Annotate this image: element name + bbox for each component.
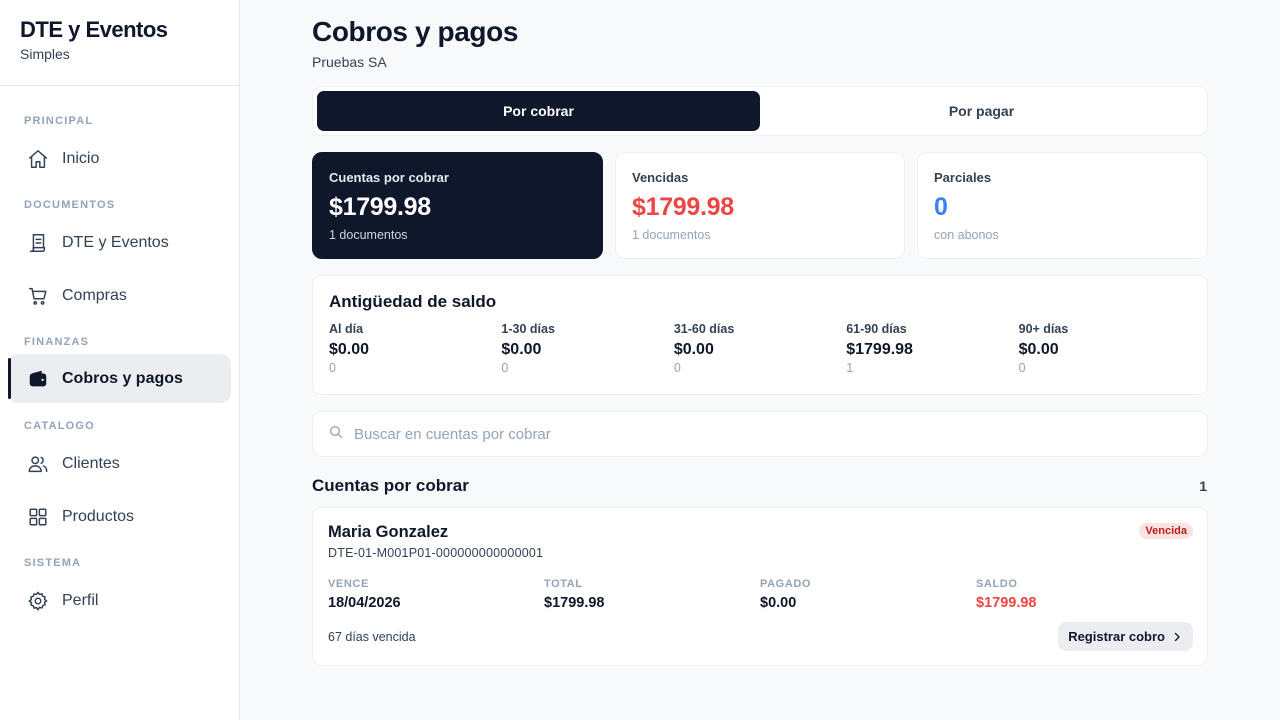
field-total: TOTAL $1799.98 xyxy=(544,578,760,611)
field-label: PAGADO xyxy=(760,578,812,590)
stat-card-cuentas-por-cobrar: Cuentas por cobrar $1799.98 1 documentos xyxy=(312,152,603,259)
aging-bucket-amount: $0.00 xyxy=(1018,341,1059,358)
field-label: SALDO xyxy=(976,578,1018,590)
field-value: $0.00 xyxy=(760,595,797,611)
aging-title: Antigüedad de saldo xyxy=(329,292,497,311)
grid-icon xyxy=(26,505,50,529)
document-icon xyxy=(26,231,50,255)
aging-bucket-label: 1-30 días xyxy=(501,322,555,336)
home-icon xyxy=(26,147,50,171)
aging-bucket-amount: $0.00 xyxy=(501,341,542,358)
field-value: $1799.98 xyxy=(976,595,1037,611)
tab-por-cobrar[interactable]: Por cobrar xyxy=(317,91,760,131)
aging-bucket-count: 0 xyxy=(501,361,509,375)
client-name: Maria Gonzalez xyxy=(328,523,449,541)
sidebar-item-label: Compras xyxy=(62,286,127,304)
stat-value: 0 xyxy=(934,193,948,221)
sidebar-item-clientes[interactable]: Clientes xyxy=(8,439,231,488)
aging-bucket-label: 31-60 días xyxy=(673,322,735,336)
aging-bucket-amount: $0.00 xyxy=(673,341,714,358)
page-title: Cobros y pagos xyxy=(312,16,518,47)
status-badge: Vencida xyxy=(1139,523,1193,539)
field-label: VENCE xyxy=(328,578,369,590)
stat-note: 1 documentos xyxy=(632,228,711,242)
gear-icon xyxy=(26,589,50,613)
section-label-principal: PRINCIPAL xyxy=(24,115,94,127)
brand: DTE y Eventos Simples xyxy=(0,0,239,86)
list-count: 1 xyxy=(1199,478,1207,494)
stat-label: Vencidas xyxy=(632,170,689,185)
stat-value: $1799.98 xyxy=(632,193,734,221)
sidebar-item-productos[interactable]: Productos xyxy=(8,492,231,541)
brand-title: DTE y Eventos xyxy=(20,17,168,42)
sidebar-item-dte[interactable]: DTE y Eventos xyxy=(8,218,231,267)
aging-bucket-label: Al día xyxy=(329,322,364,336)
section-label-sistema: SISTEMA xyxy=(24,557,82,569)
aging-bucket: Al día $0.00 0 xyxy=(329,322,501,375)
field-pagado: PAGADO $0.00 xyxy=(760,578,976,611)
aging-bucket-amount: $0.00 xyxy=(329,341,370,358)
aging-bucket: 31-60 días $0.00 0 xyxy=(674,322,846,375)
sidebar-item-compras[interactable]: Compras xyxy=(8,271,231,320)
aging-bucket-count: 0 xyxy=(673,361,681,375)
field-saldo: SALDO $1799.98 xyxy=(976,578,1192,611)
section-label-finanzas: FINANZAS xyxy=(24,336,90,348)
aging-bucket: 61-90 días $1799.98 1 xyxy=(846,322,1018,375)
section-label-catalogo: CATALOGO xyxy=(24,420,95,432)
aging-bucket-label: 90+ días xyxy=(1018,322,1069,336)
sidebar-item-perfil[interactable]: Perfil xyxy=(8,576,231,625)
registrar-cobro-button[interactable]: Registrar cobro xyxy=(1058,622,1193,651)
users-icon xyxy=(26,452,50,476)
stat-label: Cuentas por cobrar xyxy=(329,170,449,185)
brand-subtitle: Simples xyxy=(20,46,70,62)
stat-card-parciales: Parciales 0 con abonos xyxy=(917,152,1208,259)
aging-bucket-amount: $1799.98 xyxy=(846,341,913,358)
aging-bucket-label: 61-90 días xyxy=(846,322,907,336)
sidebar-item-cobros-pagos[interactable]: Cobros y pagos xyxy=(8,354,231,403)
stat-card-vencidas: Vencidas $1799.98 1 documentos xyxy=(615,152,905,259)
aging-bucket-count: 0 xyxy=(329,361,336,375)
stat-note: con abonos xyxy=(934,228,999,242)
stat-note: 1 documentos xyxy=(329,228,408,242)
field-value: 18/04/2026 xyxy=(328,595,401,611)
field-vence: VENCE 18/04/2026 xyxy=(328,578,544,611)
aging-bucket: 1-30 días $0.00 0 xyxy=(501,322,673,375)
sidebar-item-label: DTE y Eventos xyxy=(62,233,169,251)
list-item: Maria Gonzalez DTE-01-M001P01-0000000000… xyxy=(312,507,1208,666)
wallet-icon xyxy=(26,367,50,391)
overdue-text: 67 días vencida xyxy=(328,629,416,644)
document-number: DTE-01-M001P01-000000000000001 xyxy=(328,546,544,560)
list-header: Cuentas por cobrar 1 xyxy=(312,476,1208,496)
sidebar-item-label: Perfil xyxy=(62,591,99,609)
aging-bucket-count: 0 xyxy=(1018,361,1026,375)
sidebar-item-label: Inicio xyxy=(62,149,100,167)
sidebar-item-inicio[interactable]: Inicio xyxy=(8,134,231,183)
chevron-right-icon xyxy=(1174,632,1180,641)
stat-value: $1799.98 xyxy=(329,193,431,221)
search-icon xyxy=(328,424,344,445)
stat-label: Parciales xyxy=(934,170,992,185)
button-label: Registrar cobro xyxy=(1068,629,1165,644)
sidebar-item-label: Cobros y pagos xyxy=(62,369,183,387)
tab-bar: Por cobrar Por pagar xyxy=(312,86,1208,136)
aging-bucket-count: 1 xyxy=(846,361,854,375)
sidebar: DTE y Eventos Simples PRINCIPAL Inicio D… xyxy=(0,0,240,720)
company-name: Pruebas SA xyxy=(312,54,387,70)
list-title: Cuentas por cobrar xyxy=(312,476,469,495)
section-label-documentos: DOCUMENTOS xyxy=(24,199,116,211)
sidebar-item-label: Clientes xyxy=(62,454,120,472)
tab-por-pagar[interactable]: Por pagar xyxy=(760,91,1203,131)
sidebar-item-label: Productos xyxy=(62,507,135,525)
search-bar xyxy=(312,411,1208,457)
field-value: $1799.98 xyxy=(544,595,605,611)
cart-icon xyxy=(26,284,50,308)
aging-panel: Antigüedad de saldo Al día $0.00 0 1-30 … xyxy=(312,275,1208,395)
search-input[interactable] xyxy=(354,425,1207,443)
aging-bucket: 90+ días $0.00 0 xyxy=(1019,322,1191,375)
field-label: TOTAL xyxy=(544,578,583,590)
